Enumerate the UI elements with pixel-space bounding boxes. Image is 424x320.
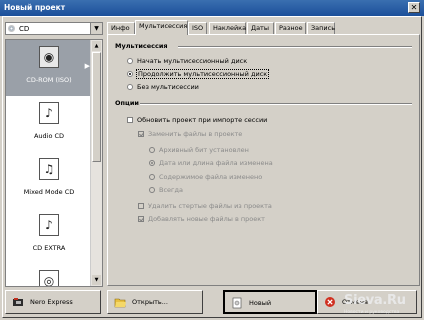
radio-date-or-length[interactable]: Дата или длина файла изменена [149,159,273,167]
radio-content-changed[interactable]: Содержимое файла изменено [149,173,262,181]
disc-type-value: CD [19,25,30,33]
radio-start-multisession[interactable]: Начать мультисессионный диск [127,57,247,65]
button-label: Nero Express [30,298,73,306]
checkbox-replace-files[interactable]: Заменить файлы в проекте [138,130,242,138]
cd-rom-icon: ◉ [39,46,59,68]
radio-button-icon [127,58,133,64]
option-label: Удалить стертые файлы из проекта [148,202,272,210]
button-label: Открыть... [132,298,168,306]
radio-button-icon [127,84,133,90]
radio-button-icon [149,174,155,180]
cd-extra-icon: ♪ [39,214,59,236]
checkbox-icon [138,131,144,137]
tab-label[interactable]: Наклейка [209,22,246,34]
option-label: Без мультисессии [137,83,199,91]
option-label: Дата или длина файла изменена [159,159,273,167]
group-divider [178,46,412,48]
project-type-partial[interactable]: ◎ [6,264,92,286]
disc-type-combo[interactable]: CD ▼ [5,22,103,35]
tab-iso[interactable]: ISO [188,22,207,34]
new-button[interactable]: Новый [223,290,317,314]
chevron-down-icon[interactable]: ▼ [90,23,102,34]
option-label: Всегда [159,186,183,194]
checkbox-icon [138,216,144,222]
folder-open-icon [114,298,126,308]
mixed-mode-cd-icon: ♫ [39,158,59,180]
project-type-cd-extra[interactable]: ♪ CD EXTRA [6,208,92,264]
project-type-label: Mixed Mode CD [23,188,75,196]
radio-button-icon [149,160,155,166]
watermark-subtitle: Новости и руководства [344,310,400,315]
radio-button-icon [127,71,133,77]
radio-always[interactable]: Всегда [149,186,183,194]
disc-icon: ◎ [39,270,59,286]
tab-misc[interactable]: Разное [275,22,306,34]
radio-button-icon [149,147,155,153]
option-label: Содержимое файла изменено [159,173,263,181]
checkbox-delete-erased[interactable]: Удалить стертые файлы из проекта [138,202,272,210]
option-label: Начать мультисессионный диск [137,57,248,65]
project-type-mixed-mode-cd[interactable]: ♫ Mixed Mode CD [6,152,92,208]
options-group-title: Опции [115,99,139,107]
project-type-list[interactable]: ◉ ▶ CD-ROM (ISO) ♪ Audio CD ♫ Mixed Mode… [5,39,103,287]
nero-express-icon [13,298,23,306]
button-label: Новый [249,299,272,307]
scroll-down-icon[interactable]: ▼ [92,275,101,285]
tab-dates[interactable]: Даты [247,22,274,34]
tab-multisession[interactable]: Мультисессия [135,20,188,35]
project-type-label: CD EXTRA [32,244,66,252]
tab-burn[interactable]: Запись [307,22,335,34]
project-type-label: CD-ROM (ISO) [26,76,72,84]
option-label: Добавлять новые файлы в проект [148,215,265,223]
cd-disc-icon [8,25,15,32]
checkbox-refresh-on-import[interactable]: Обновить проект при импорте сессии [127,116,267,124]
multisession-group-title: Мультисессия [115,42,168,50]
option-label: Архивный бит установлен [159,146,249,154]
watermark-text: Sieva.Ru [344,293,406,308]
open-button[interactable]: Открыть... [107,290,203,314]
audio-cd-icon: ♪ [39,102,59,124]
scroll-up-icon[interactable]: ▲ [92,41,101,51]
scroll-thumb[interactable] [92,52,101,162]
project-type-label: Audio CD [33,132,65,140]
checkbox-icon [138,203,144,209]
site-watermark: Sieva.Ru Новости и руководства [326,291,422,319]
radio-button-icon [149,187,155,193]
checkbox-add-new-files[interactable]: Добавлять новые файлы в проект [138,215,265,223]
radio-continue-multisession[interactable]: Продолжить мультисессионный диск [127,69,270,79]
project-type-cd-rom-iso[interactable]: ◉ ▶ CD-ROM (ISO) [6,40,92,96]
project-type-audio-cd[interactable]: ♪ Audio CD [6,96,92,152]
tab-info[interactable]: Инфо [107,22,135,34]
radio-no-multisession[interactable]: Без мультисессии [127,83,199,91]
window-title: Новый проект [4,3,66,12]
group-divider [140,103,412,105]
option-label: Обновить проект при импорте сессии [137,116,268,124]
new-project-icon [232,297,242,309]
title-bar: Новый проект ✕ [0,0,424,16]
option-label: Продолжить мультисессионный диск [135,69,270,79]
nero-express-button[interactable]: Nero Express [5,290,101,314]
list-scrollbar[interactable]: ▲ ▼ [90,40,102,286]
radio-archive-bit[interactable]: Архивный бит установлен [149,146,249,154]
checkbox-icon [127,117,133,123]
close-icon[interactable]: ✕ [408,2,420,13]
option-label: Заменить файлы в проекте [148,130,243,138]
